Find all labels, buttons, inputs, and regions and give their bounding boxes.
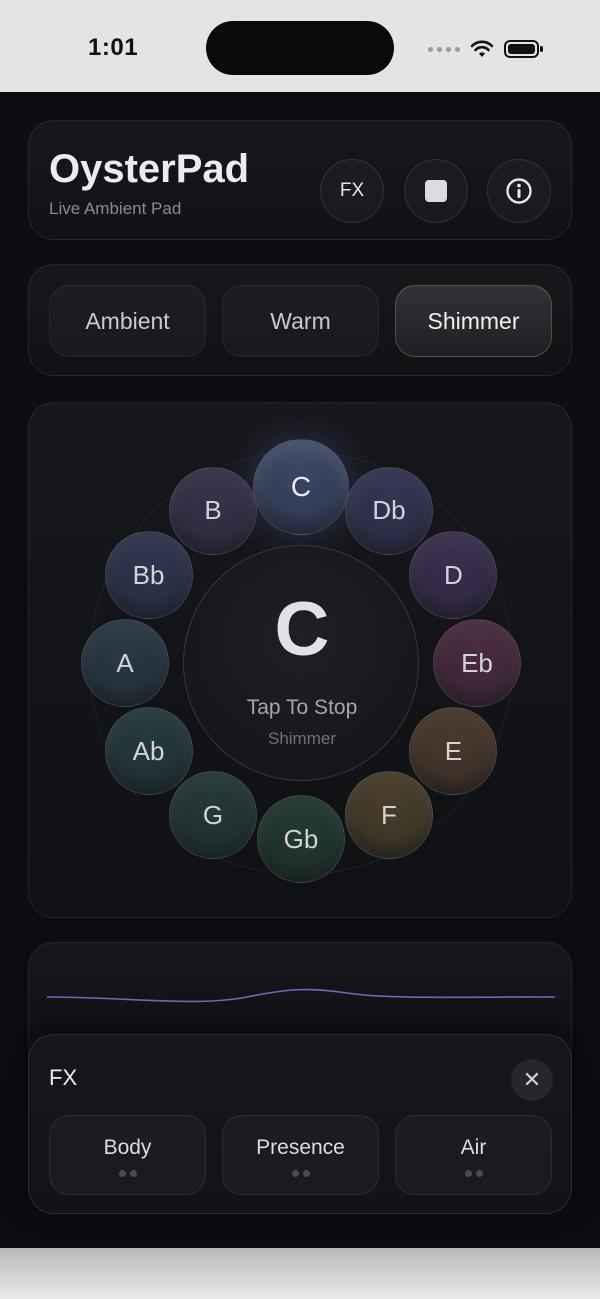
- header-card: OysterPad Live Ambient Pad FX: [28, 120, 572, 240]
- fx-button-label: FX: [339, 180, 365, 201]
- fx-button[interactable]: FX: [320, 159, 384, 223]
- wifi-icon: [470, 40, 494, 57]
- fx-air-label: Air: [460, 1136, 487, 1159]
- preset-ambient[interactable]: Ambient: [49, 285, 206, 357]
- center-play-button[interactable]: C Tap To Stop Shimmer: [183, 545, 419, 781]
- fx-presence-label: Presence: [256, 1136, 345, 1159]
- app-subtitle: Live Ambient Pad: [49, 199, 182, 218]
- stop-button[interactable]: [404, 159, 468, 223]
- fx-body-label: Body: [103, 1136, 152, 1159]
- status-time: 1:01: [88, 34, 139, 61]
- note-button-ab[interactable]: Ab: [104, 707, 193, 795]
- preset-selector: Ambient Warm Shimmer: [28, 264, 572, 376]
- note-button-gb[interactable]: Gb: [257, 795, 345, 883]
- battery-icon: [504, 40, 543, 58]
- close-fx-button[interactable]: ✕: [511, 1059, 553, 1101]
- note-wheel-card: C Db D Eb E F Gb G Ab A Bb B C Tap To Stop Shimmer: [28, 402, 572, 918]
- app-title: OysterPad: [49, 147, 250, 191]
- note-button-e[interactable]: E: [409, 707, 498, 795]
- dynamic-island: [206, 21, 394, 75]
- note-button-eb[interactable]: Eb: [433, 619, 521, 707]
- preset-shimmer[interactable]: Shimmer: [395, 285, 552, 357]
- note-button-bb[interactable]: Bb: [104, 531, 193, 619]
- fx-panel: FX ✕ Body Presence Air: [28, 1034, 572, 1214]
- note-button-g[interactable]: G: [169, 771, 257, 860]
- current-note: C: [274, 587, 330, 672]
- note-button-db[interactable]: Db: [345, 466, 433, 555]
- fx-presence-button[interactable]: Presence: [222, 1115, 379, 1195]
- note-button-f[interactable]: F: [345, 771, 433, 860]
- note-button-c[interactable]: C: [253, 439, 349, 535]
- stop-icon: [425, 180, 447, 202]
- note-button-d[interactable]: D: [409, 531, 498, 619]
- center-preset-label: Shimmer: [267, 729, 336, 748]
- center-action-label: Tap To Stop: [246, 696, 358, 719]
- fx-presence-level-dots: [223, 1170, 378, 1177]
- fx-air-level-dots: [396, 1170, 551, 1177]
- fx-body-level-dots: [50, 1170, 205, 1177]
- status-icons: [428, 38, 544, 60]
- fx-air-button[interactable]: Air: [395, 1115, 552, 1195]
- cellular-signal-icon: [428, 46, 460, 52]
- close-icon: ✕: [522, 1067, 542, 1092]
- status-bar: 1:01: [0, 0, 600, 92]
- fx-body-button[interactable]: Body: [49, 1115, 206, 1195]
- note-button-a[interactable]: A: [81, 619, 169, 707]
- app-screen: OysterPad Live Ambient Pad FX Ambient Wa…: [0, 92, 600, 1248]
- info-button[interactable]: [487, 159, 551, 223]
- note-button-b[interactable]: B: [169, 466, 257, 555]
- info-icon: [506, 178, 532, 204]
- fx-panel-title: FX: [49, 1065, 78, 1090]
- preset-warm[interactable]: Warm: [222, 285, 379, 357]
- waveform: [47, 988, 555, 1003]
- bottom-area: [0, 1248, 600, 1299]
